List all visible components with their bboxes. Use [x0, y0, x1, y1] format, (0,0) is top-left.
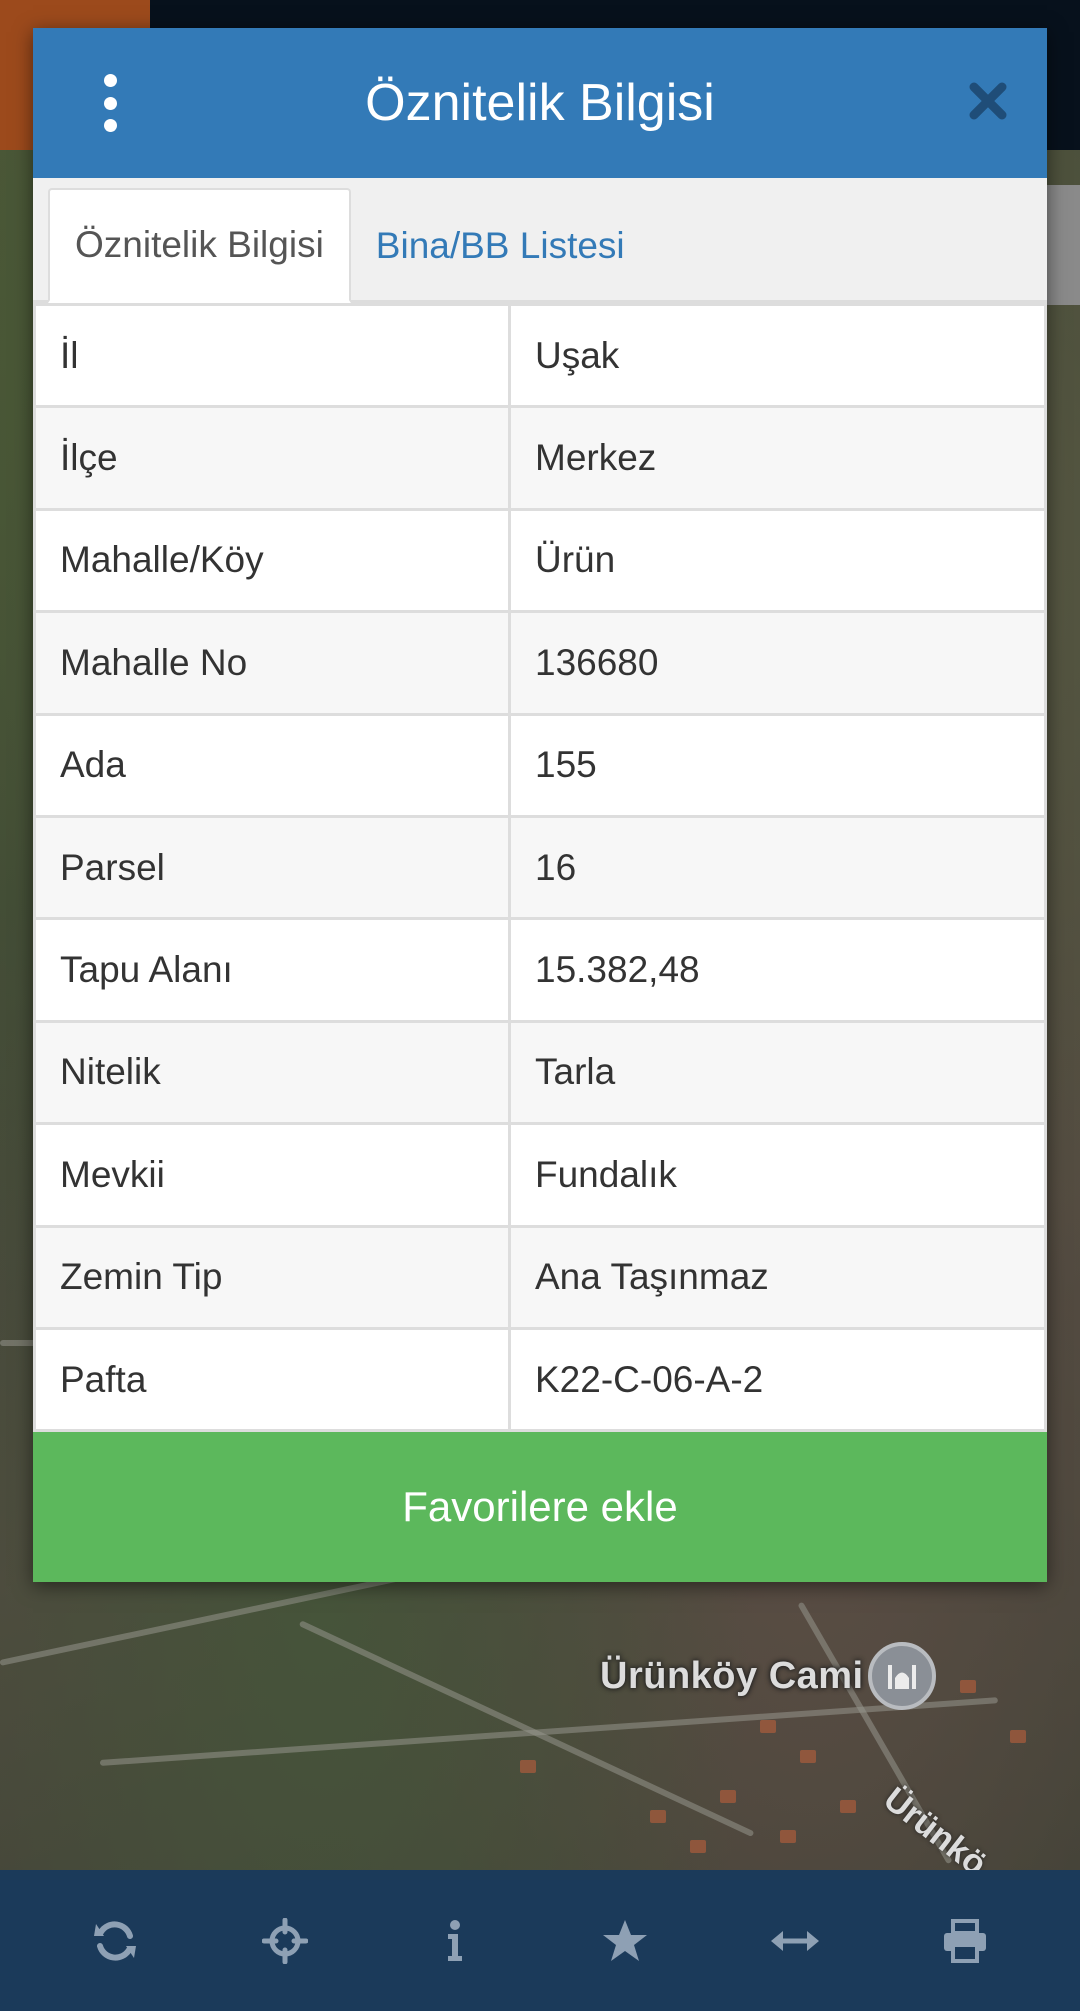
- tab-building-list[interactable]: Bina/BB Listesi: [351, 188, 650, 303]
- measure-button[interactable]: [750, 1896, 840, 1986]
- map-building: [520, 1760, 536, 1773]
- table-row: Zemin Tip Ana Taşınmaz: [33, 1224, 1047, 1330]
- add-favorite-button[interactable]: Favorilere ekle: [33, 1432, 1047, 1583]
- locate-button[interactable]: [240, 1896, 330, 1986]
- row-key: Mahalle No: [33, 610, 511, 716]
- row-value: Fundalık: [508, 1122, 1047, 1228]
- row-key: Mevkii: [33, 1122, 511, 1228]
- refresh-icon: [94, 1920, 136, 1961]
- street-label: Ürünkö: [876, 1780, 994, 1870]
- row-key: Nitelik: [33, 1019, 511, 1126]
- close-button[interactable]: [963, 76, 1013, 126]
- poi-label[interactable]: Ürünköy Cami: [600, 1655, 864, 1698]
- row-value: Tarla: [508, 1019, 1047, 1126]
- row-value: 15.382,48: [508, 917, 1047, 1023]
- print-icon: [944, 1918, 986, 1963]
- attribute-dialog: Öznitelik Bilgisi Öznitelik Bilgisi Bina…: [33, 28, 1047, 1583]
- measure-icon: [771, 1930, 819, 1951]
- dialog-header: Öznitelik Bilgisi: [33, 28, 1047, 178]
- tab-bar: Öznitelik Bilgisi Bina/BB Listesi: [33, 178, 1047, 303]
- table-row: İl Uşak: [33, 302, 1047, 409]
- table-row: Nitelik Tarla: [33, 1019, 1047, 1126]
- kebab-dot: [103, 74, 117, 87]
- mosque-pin-icon[interactable]: [868, 1642, 936, 1710]
- kebab-menu-icon[interactable]: [95, 74, 125, 132]
- map-building: [960, 1680, 976, 1693]
- row-key: Parsel: [33, 814, 511, 921]
- row-key: Tapu Alanı: [33, 917, 511, 1023]
- map-building: [800, 1750, 816, 1763]
- map-building: [780, 1830, 796, 1843]
- info-icon: [448, 1919, 462, 1961]
- row-key: Ada: [33, 712, 511, 818]
- info-button[interactable]: [410, 1896, 500, 1986]
- row-key: İl: [33, 302, 511, 409]
- table-row: Mevkii Fundalık: [33, 1122, 1047, 1228]
- mosque-icon: [888, 1665, 916, 1689]
- map-building: [760, 1720, 776, 1733]
- row-value: Ürün: [508, 507, 1047, 614]
- row-key: Mahalle/Köy: [33, 507, 511, 614]
- table-row: Tapu Alanı 15.382,48: [33, 917, 1047, 1023]
- map-building: [690, 1840, 706, 1853]
- row-key: İlçe: [33, 405, 511, 511]
- refresh-button[interactable]: [70, 1896, 160, 1986]
- map-building: [840, 1800, 856, 1813]
- table-row: Parsel 16: [33, 814, 1047, 921]
- map-building: [1010, 1730, 1026, 1743]
- row-key: Zemin Tip: [33, 1224, 511, 1330]
- print-button[interactable]: [920, 1896, 1010, 1986]
- kebab-dot: [103, 96, 117, 110]
- row-value: K22-C-06-A-2: [508, 1326, 1047, 1433]
- favorites-button[interactable]: [580, 1896, 670, 1986]
- table-row: İlçe Merkez: [33, 405, 1047, 511]
- table-row: Mahalle No 136680: [33, 610, 1047, 716]
- row-value: Uşak: [508, 302, 1047, 409]
- table-row: Mahalle/Köy Ürün: [33, 507, 1047, 614]
- row-value: Merkez: [508, 405, 1047, 511]
- map-building: [720, 1790, 736, 1803]
- attribute-table: İl Uşak İlçe Merkez Mahalle/Köy Ürün Mah…: [33, 302, 1047, 1433]
- dialog-title: Öznitelik Bilgisi: [365, 74, 715, 132]
- row-value: 155: [508, 712, 1047, 818]
- close-icon: [969, 82, 1007, 120]
- map-road: [298, 1620, 755, 1838]
- map-grey-block: [1045, 185, 1080, 305]
- tab-attribute-info[interactable]: Öznitelik Bilgisi: [48, 188, 351, 303]
- map-building: [650, 1810, 666, 1823]
- row-key: Pafta: [33, 1326, 511, 1433]
- row-value: 136680: [508, 610, 1047, 716]
- bottom-toolbar: [0, 1870, 1080, 2011]
- star-icon: [603, 1919, 647, 1961]
- row-value: Ana Taşınmaz: [508, 1224, 1047, 1330]
- table-row: Pafta K22-C-06-A-2: [33, 1326, 1047, 1433]
- table-row: Ada 155: [33, 712, 1047, 818]
- crosshair-icon: [262, 1917, 308, 1964]
- row-value: 16: [508, 814, 1047, 921]
- kebab-dot: [103, 119, 117, 132]
